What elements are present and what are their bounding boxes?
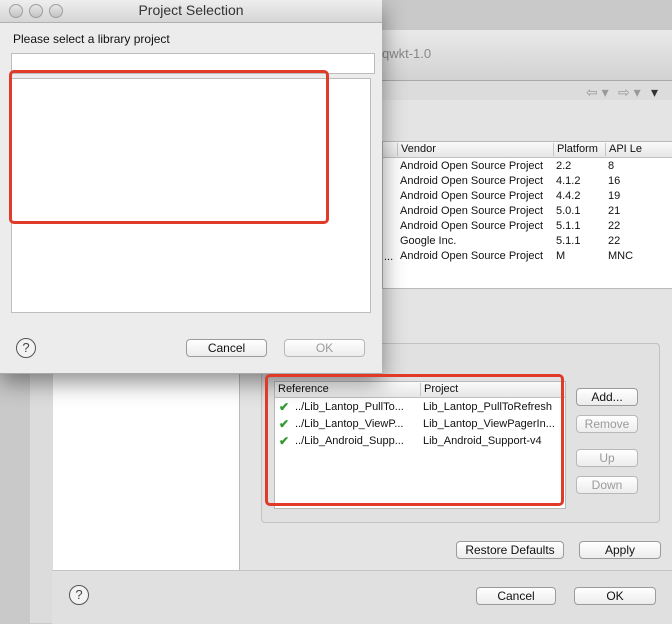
dialog-prompt: Please select a library project	[13, 32, 170, 46]
properties-help-icon[interactable]: ?	[69, 585, 89, 605]
dialog-titlebar: Project Selection	[0, 0, 382, 23]
target-api-cell: MNC	[608, 250, 634, 262]
target-name-fragment: ...	[384, 251, 394, 263]
nav-forward-icon[interactable]: ⇨ ▾	[618, 84, 641, 101]
target-vendor-cell: Android Open Source Project	[400, 205, 544, 217]
target-platform-cell: M	[556, 250, 566, 262]
target-platform-cell: 4.4.2	[556, 190, 581, 202]
properties-ok-button[interactable]: OK	[574, 587, 656, 605]
apply-button[interactable]: Apply	[579, 541, 661, 559]
target-platform-cell: 5.1.1	[556, 220, 581, 232]
highlight-empty-project-list	[9, 70, 329, 224]
remove-library-button[interactable]: Remove	[576, 415, 638, 433]
target-api-cell: 19	[608, 190, 621, 202]
target-platform-cell: 2.2	[556, 160, 572, 172]
target-api-cell: 21	[608, 205, 621, 217]
target-vendor-cell: Android Open Source Project	[400, 175, 544, 187]
highlight-library-references	[265, 374, 564, 506]
target-vendor-cell: Android Open Source Project	[400, 220, 544, 232]
target-api-cell: 22	[608, 235, 621, 247]
properties-window-title: qwkt-1.0	[382, 46, 432, 61]
dialog-help-icon[interactable]: ?	[16, 338, 36, 358]
target-table-header: Vendor Platform API Le	[383, 142, 672, 158]
dialog-cancel-button[interactable]: Cancel	[186, 339, 267, 357]
target-platform-cell: 4.1.2	[556, 175, 581, 187]
add-library-button[interactable]: Add...	[576, 388, 638, 406]
view-menu-icon[interactable]: ▾	[651, 84, 658, 101]
move-up-button[interactable]: Up	[576, 449, 638, 467]
col-header-api-level[interactable]: API Le	[605, 143, 672, 156]
dialog-ok-button[interactable]: OK	[284, 339, 365, 357]
target-table[interactable]: Vendor Platform API Le ... Android Open …	[382, 141, 672, 289]
col-header-vendor[interactable]: Vendor	[397, 143, 551, 156]
col-header-platform[interactable]: Platform	[553, 143, 605, 156]
target-vendor-cell: Google Inc.	[400, 235, 457, 247]
restore-defaults-button[interactable]: Restore Defaults	[456, 541, 564, 559]
target-api-cell: 22	[608, 220, 621, 232]
nav-back-icon[interactable]: ⇦ ▾	[586, 84, 609, 101]
properties-cancel-button[interactable]: Cancel	[476, 587, 556, 605]
target-api-cell: 8	[608, 160, 615, 172]
target-vendor-cell: Android Open Source Project	[400, 250, 544, 262]
target-platform-cell: 5.0.1	[556, 205, 581, 217]
target-platform-cell: 5.1.1	[556, 235, 581, 247]
target-vendor-cell: Android Open Source Project	[400, 190, 544, 202]
move-down-button[interactable]: Down	[576, 476, 638, 494]
dialog-title: Project Selection	[138, 2, 244, 18]
target-api-cell: 16	[608, 175, 621, 187]
target-vendor-cell: Android Open Source Project	[400, 160, 544, 172]
